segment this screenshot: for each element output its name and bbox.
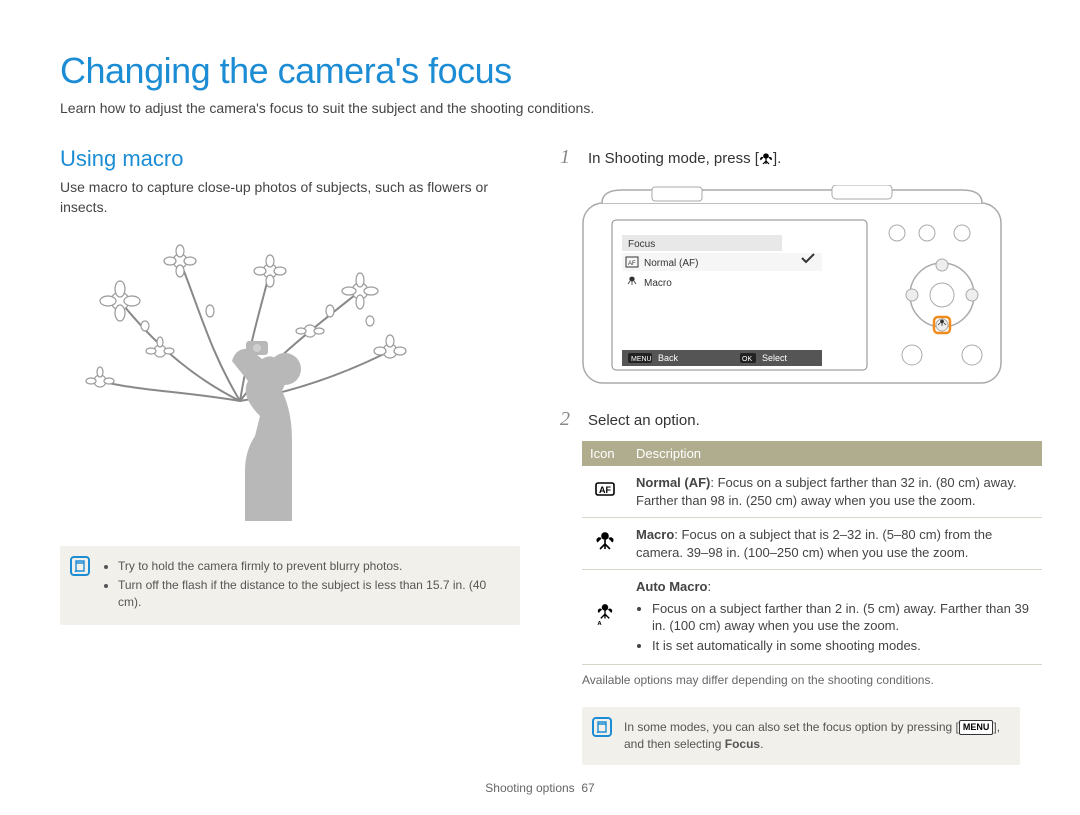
focus-options-table: Icon Description AF Normal (AF): Focus o… bbox=[582, 441, 1042, 665]
note2-focus: Focus bbox=[725, 737, 760, 751]
screen-select-label: Select bbox=[762, 353, 788, 363]
two-column-layout: Using macro Use macro to capture close-u… bbox=[60, 146, 1020, 765]
hdr-icon: Icon bbox=[582, 441, 628, 466]
table-row: Macro: Focus on a subject that is 2–32 i… bbox=[582, 518, 1042, 570]
screen-ok-btn: OK bbox=[742, 356, 752, 363]
page-intro: Learn how to adjust the camera's focus t… bbox=[60, 100, 1020, 116]
row-colon: : bbox=[708, 579, 712, 594]
normal-af-desc: Normal (AF): Focus on a subject farther … bbox=[628, 466, 1042, 518]
screen-opt2: Macro bbox=[644, 278, 672, 289]
menu-button-label: MENU bbox=[959, 720, 994, 735]
note2-pre: In some modes, you can also set the focu… bbox=[624, 720, 959, 734]
page-footer: Shooting options 67 bbox=[60, 781, 1020, 795]
tip-item: Turn off the flash if the distance to th… bbox=[118, 577, 506, 611]
availability-note: Available options may differ depending o… bbox=[582, 673, 1020, 687]
step-number: 1 bbox=[560, 146, 578, 169]
normal-af-icon: AF bbox=[582, 466, 628, 518]
step-1-text: In Shooting mode, press []. bbox=[588, 150, 781, 167]
tips-note-box: Try to hold the camera firmly to prevent… bbox=[60, 546, 520, 624]
left-column: Using macro Use macro to capture close-u… bbox=[60, 146, 520, 765]
screen-back-label: Back bbox=[658, 353, 679, 363]
table-row: AF Normal (AF): Focus on a subject farth… bbox=[582, 466, 1042, 518]
step1-pre: In Shooting mode, press [ bbox=[588, 150, 759, 167]
using-macro-heading: Using macro bbox=[60, 146, 520, 172]
row-body: : Focus on a subject that is 2–32 in. (5… bbox=[636, 527, 992, 560]
hdr-description: Description bbox=[628, 441, 1042, 466]
macro-button-icon bbox=[759, 152, 773, 166]
row-bullet: It is set automatically in some shooting… bbox=[652, 637, 1034, 655]
footer-page-number: 67 bbox=[581, 781, 594, 795]
screen-menu-btn: MENU bbox=[631, 356, 652, 363]
footer-section: Shooting options bbox=[485, 781, 574, 795]
menu-note-box: In some modes, you can also set the focu… bbox=[582, 707, 1020, 765]
screen-opt1: Normal (AF) bbox=[644, 258, 698, 269]
camera-illustration: Focus AF Normal (AF) Macro MENU Back OK … bbox=[582, 185, 1002, 385]
step-2: 2 Select an option. bbox=[560, 408, 1020, 431]
auto-macro-desc: Auto Macro: Focus on a subject farther t… bbox=[628, 570, 1042, 665]
row-title: Normal (AF) bbox=[636, 475, 710, 490]
manual-page: Changing the camera's focus Learn how to… bbox=[0, 0, 1080, 815]
using-macro-para: Use macro to capture close-up photos of … bbox=[60, 178, 520, 217]
page-title: Changing the camera's focus bbox=[60, 50, 1020, 92]
auto-macro-icon: A bbox=[582, 570, 628, 665]
right-column: 1 In Shooting mode, press []. Focus AF bbox=[560, 146, 1020, 765]
row-title: Macro bbox=[636, 527, 674, 542]
svg-text:A: A bbox=[597, 621, 602, 626]
row-bullet: Focus on a subject farther than 2 in. (5… bbox=[652, 600, 1034, 635]
macro-desc: Macro: Focus on a subject that is 2–32 i… bbox=[628, 518, 1042, 570]
macro-illustration bbox=[60, 241, 420, 521]
table-header-row: Icon Description bbox=[582, 441, 1042, 466]
step1-post: ]. bbox=[773, 150, 781, 167]
step-number: 2 bbox=[560, 408, 578, 431]
note2-post: . bbox=[760, 737, 763, 751]
step-2-text: Select an option. bbox=[588, 412, 700, 429]
screen-title: Focus bbox=[628, 239, 655, 250]
step-1: 1 In Shooting mode, press []. bbox=[560, 146, 1020, 169]
row-title: Auto Macro bbox=[636, 579, 708, 594]
svg-text:AF: AF bbox=[599, 485, 611, 495]
tip-item: Try to hold the camera firmly to prevent… bbox=[118, 558, 506, 575]
note-icon bbox=[70, 556, 90, 576]
note-icon bbox=[592, 717, 612, 737]
svg-text:AF: AF bbox=[628, 261, 636, 267]
table-row: A Auto Macro: Focus on a subject farther… bbox=[582, 570, 1042, 665]
macro-icon bbox=[582, 518, 628, 570]
